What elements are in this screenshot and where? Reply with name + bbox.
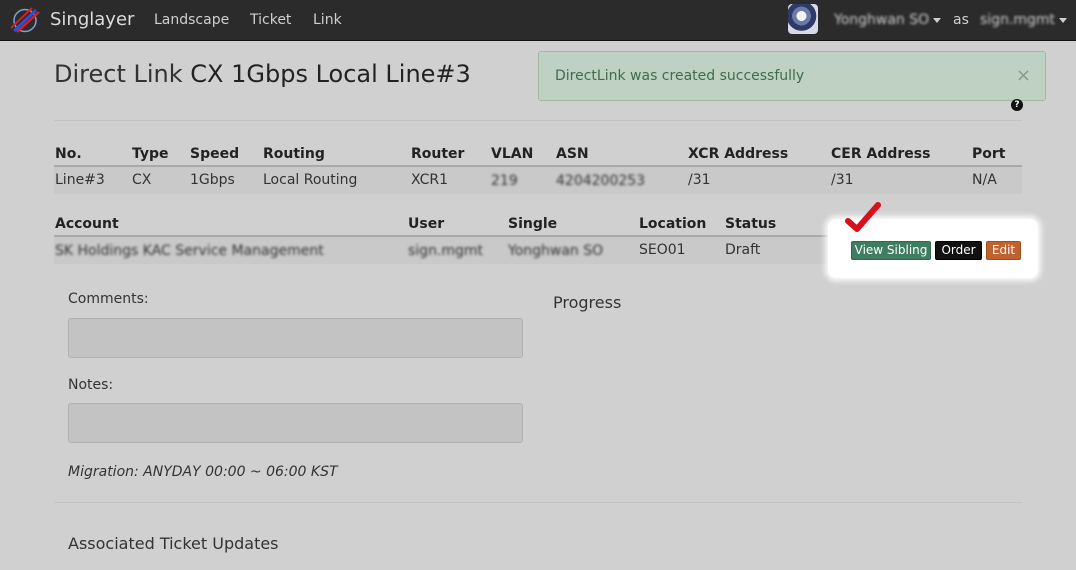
table-cell: /31	[831, 172, 854, 188]
page-title: Direct Link CX 1Gbps Local Line#3	[54, 60, 471, 88]
table-header: Status	[725, 216, 777, 232]
account-menu-dropdown[interactable]: sign.mgmt	[980, 12, 1068, 28]
nav-link-landscape[interactable]: Landscape	[154, 12, 229, 28]
table-header: Router	[411, 146, 465, 162]
table-header: Location	[639, 216, 707, 232]
table-header: ASN	[556, 146, 589, 162]
notes-field[interactable]	[68, 403, 523, 443]
progress-title: Progress	[553, 293, 622, 312]
table-header: Account	[55, 216, 119, 232]
comments-field[interactable]	[68, 318, 523, 358]
comments-label: Comments:	[68, 291, 149, 307]
table-cell: SEO01	[639, 242, 686, 258]
user-avatar[interactable]	[788, 4, 818, 34]
nav-link-ticket[interactable]: Ticket	[250, 12, 291, 28]
nav-link-link[interactable]: Link	[313, 12, 342, 28]
table-cell: N/A	[972, 172, 997, 188]
table-cell: 4204200253	[556, 173, 646, 189]
brand-name[interactable]: Singlayer	[50, 9, 134, 30]
table-cell: XCR1	[411, 172, 448, 188]
close-icon[interactable]: ×	[1016, 67, 1031, 85]
page-title-name: CX 1Gbps Local Line#3	[190, 60, 471, 88]
checkmark-icon	[845, 202, 881, 232]
table-header: User	[408, 216, 445, 232]
table-cell: /31	[688, 172, 711, 188]
table-header: Type	[132, 146, 169, 162]
chevron-down-icon	[933, 17, 942, 23]
table-header: Single	[508, 216, 558, 232]
table-cell: Local Routing	[263, 172, 358, 188]
user-name: Yonghwan SO	[834, 12, 930, 28]
alert-message: DirectLink was created successfully	[555, 68, 805, 84]
help-icon[interactable]: ?	[1011, 99, 1023, 111]
order-button[interactable]: Order	[935, 241, 982, 260]
table-header: VLAN	[491, 146, 534, 162]
table-cell: sign.mgmt	[408, 243, 484, 259]
table-header: Port	[972, 146, 1006, 162]
top-navbar: Singlayer Landscape Ticket Link Yonghwan…	[0, 0, 1076, 41]
table-header: XCR Address	[688, 146, 789, 162]
ticket-updates-title: Associated Ticket Updates	[68, 534, 279, 553]
notes-label: Notes:	[68, 377, 114, 393]
divider	[54, 502, 1022, 503]
table-cell: CX	[132, 172, 152, 188]
table-cell: 219	[491, 173, 518, 189]
user-menu-dropdown[interactable]: Yonghwan SO	[834, 12, 942, 28]
migration-window: Migration: ANYDAY 00:00 ~ 06:00 KST	[68, 464, 338, 480]
table-cell: 1Gbps	[190, 172, 235, 188]
account-name: sign.mgmt	[980, 12, 1056, 28]
table-cell: Line#3	[55, 172, 105, 188]
table-cell: SK Holdings KAC Service Management	[55, 243, 324, 259]
divider	[54, 120, 1022, 121]
as-label: as	[953, 12, 969, 28]
table-header: Speed	[190, 146, 240, 162]
chevron-down-icon	[1059, 17, 1068, 23]
brand-logo-icon[interactable]	[10, 7, 40, 34]
table-header: No.	[55, 146, 82, 162]
edit-button[interactable]: Edit	[986, 241, 1021, 260]
table-cell: Yonghwan SO	[508, 243, 604, 259]
status-badge: Draft	[725, 242, 761, 258]
view-sibling-button[interactable]: View Sibling	[851, 241, 931, 260]
table-header: Routing	[263, 146, 325, 162]
page-title-prefix: Direct Link	[54, 60, 183, 88]
success-alert: DirectLink was created successfully ×	[538, 51, 1046, 101]
table-header: CER Address	[831, 146, 931, 162]
